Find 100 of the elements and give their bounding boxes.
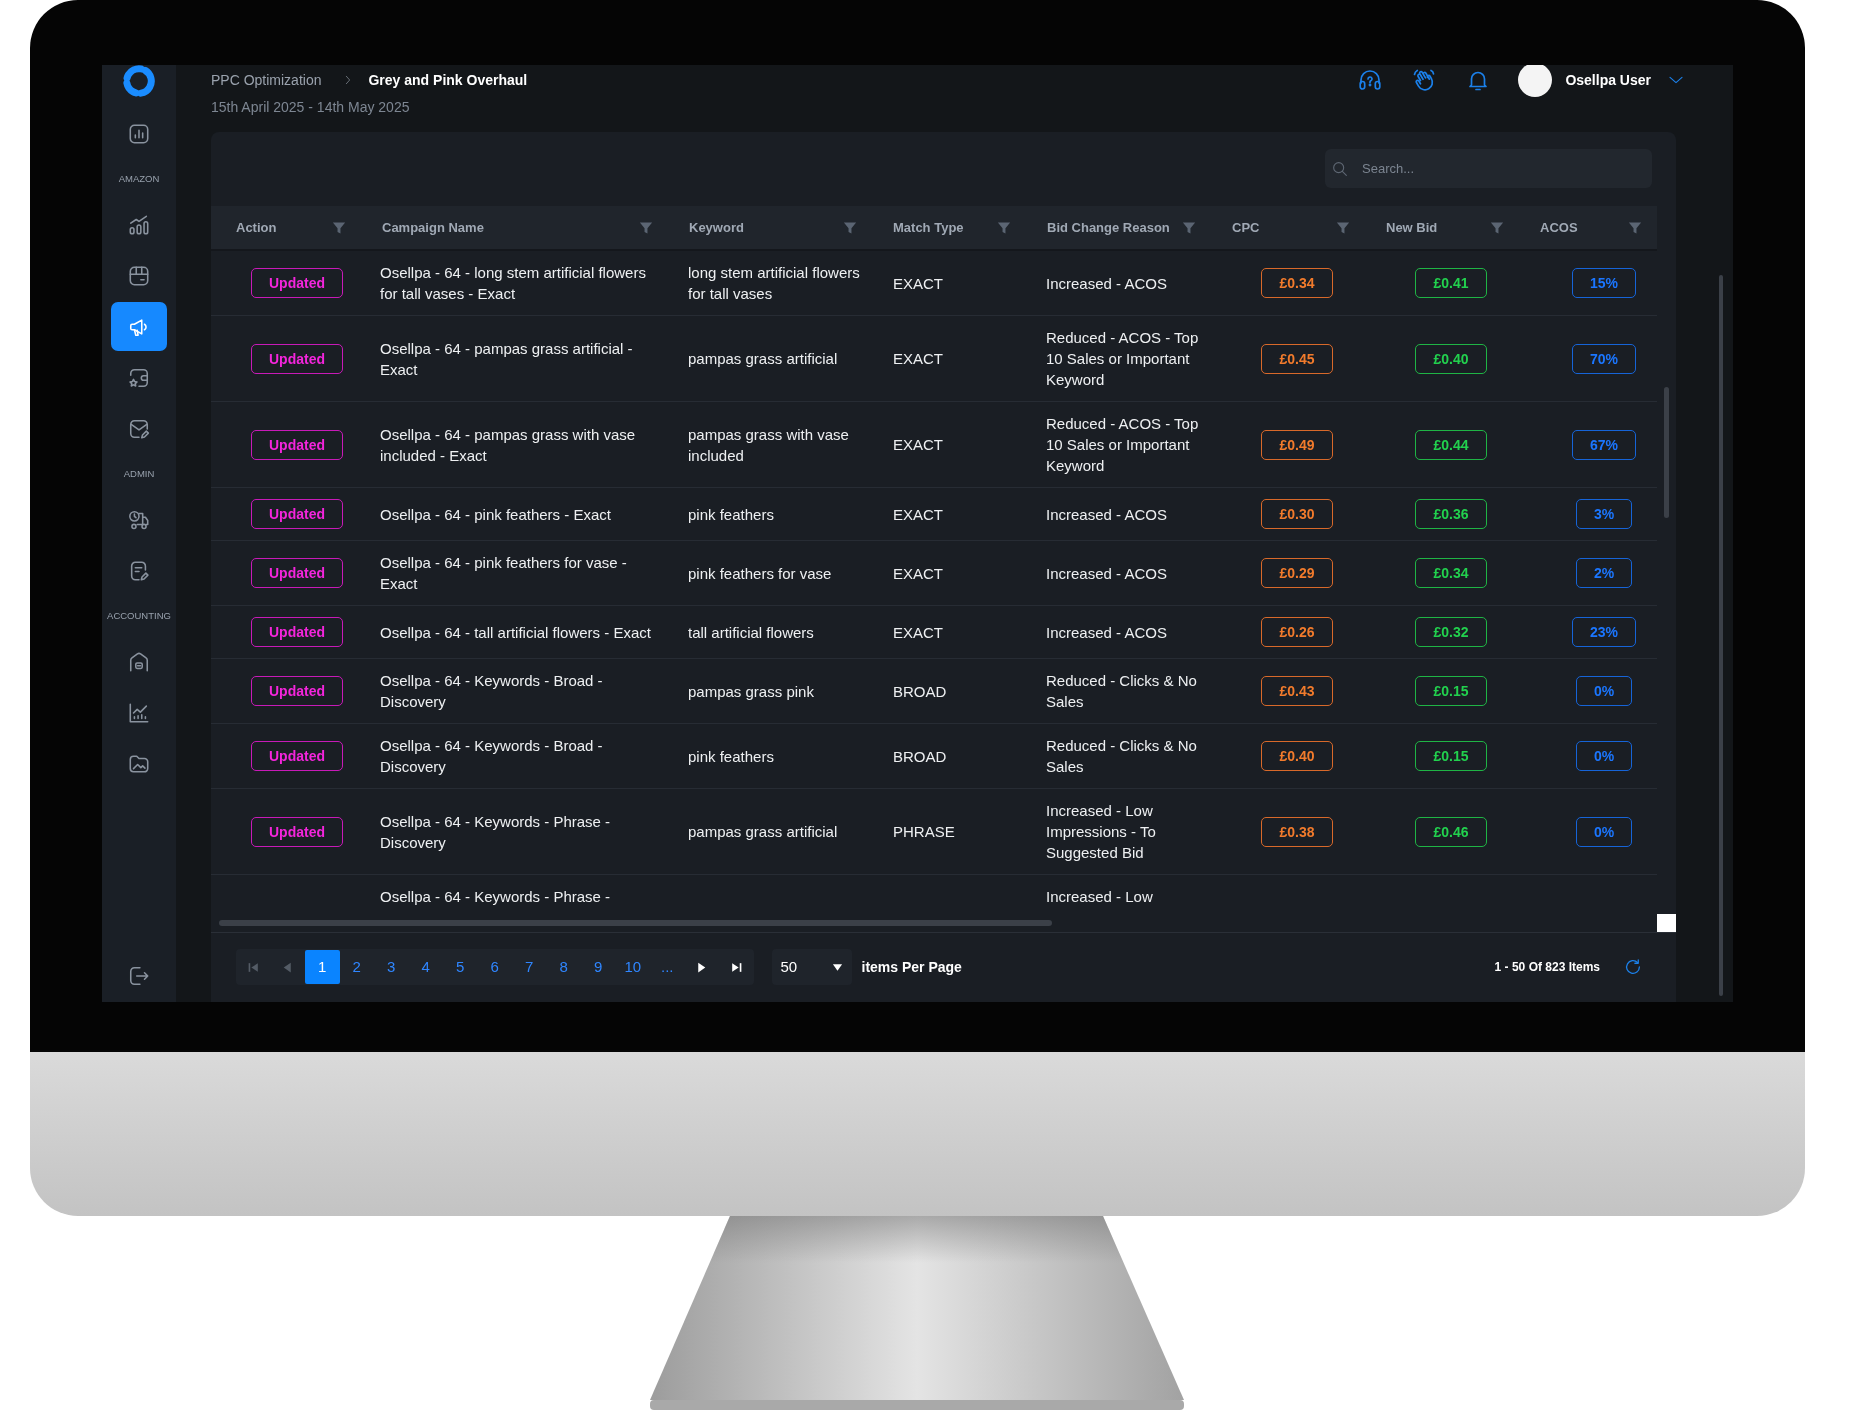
document-pen-icon (128, 559, 150, 582)
column-header: ACOS (1540, 218, 1578, 237)
match-type: BROAD (893, 681, 947, 702)
wallet-star-icon (128, 366, 150, 389)
cpc-badge: £0.29 (1261, 558, 1333, 588)
column-header: Bid Change Reason (1047, 218, 1170, 237)
page-button[interactable]: 2 (339, 950, 374, 984)
column-header: CPC (1232, 218, 1260, 237)
acos-badge: 0% (1575, 816, 1633, 847)
match-type: EXACT (893, 622, 943, 643)
keyword-text: pink feathers (688, 746, 774, 767)
avatar-image (1518, 65, 1553, 97)
campaign-name: Osellpa - 64 - Keywords - Phrase - Discovery (380, 811, 612, 853)
keyword-text: pampas grass artificial (688, 822, 838, 842)
page-button[interactable]: ... (650, 950, 685, 984)
acos-badge: 0% (1575, 676, 1633, 706)
match-type: EXACT (893, 349, 943, 369)
new-bid-badge: £0.46 (1415, 816, 1487, 847)
cpc-badge: £0.26 (1261, 617, 1333, 647)
search-field[interactable]: Search... (1325, 149, 1652, 188)
page-button[interactable]: 6 (477, 950, 512, 984)
acos-badge: 15% (1572, 268, 1636, 298)
filter-icon[interactable] (997, 220, 1011, 235)
scrollbar-corner (1657, 914, 1676, 932)
new-bid-badge: £0.32 (1415, 617, 1487, 647)
breadcrumb-link[interactable]: PPC Optimization (211, 69, 322, 91)
page-button[interactable]: 4 (408, 950, 443, 984)
growth-chart-icon (128, 213, 150, 236)
acos-badge: 67% (1572, 429, 1636, 460)
campaign-name: Osellpa - 64 - pampas grass with vase included - Exact (380, 424, 637, 466)
match-type: EXACT (893, 435, 943, 455)
new-bid-badge: £0.40 (1415, 343, 1487, 374)
refresh-icon[interactable] (1624, 958, 1642, 976)
waving-hand-icon[interactable] (1412, 68, 1437, 92)
mail-pen-icon (128, 417, 150, 440)
scrollbar-thumb[interactable] (1664, 387, 1669, 518)
acos-badge: 23% (1572, 617, 1636, 647)
cpc-badge: £0.45 (1261, 343, 1333, 374)
campaign-name: Osellpa - 64 - pink feathers - Exact (380, 504, 611, 525)
bid-change-reason: Reduced - ACOS - Top 10 Sales or Important Keyword (1046, 328, 1200, 390)
new-bid-badge: £0.15 (1415, 741, 1487, 771)
page-button[interactable]: 1 (305, 950, 340, 984)
status-badge: Updated (251, 343, 343, 374)
filter-icon[interactable] (1490, 220, 1504, 235)
campaign-name: Osellpa - 64 - Keywords - Phrase - (380, 887, 611, 907)
page-button[interactable]: 8 (546, 950, 581, 984)
section-heading: ACCOUNTING (107, 608, 171, 623)
campaign-name: Osellpa - 64 - long stem artificial flowers for tall vases - Exact (380, 263, 647, 304)
page-size-select[interactable]: 50 (771, 949, 852, 985)
campaign-name: Osellpa - 64 - pampas grass artificial - Exact (380, 338, 634, 380)
column-header: Action (236, 218, 277, 237)
bid-change-reason: Increased - ACOS (1046, 622, 1167, 643)
acos-badge: 0% (1575, 741, 1633, 771)
status-badge: Updated (251, 558, 343, 588)
bid-change-reason: Reduced - ACOS - Top 10 Sales or Important Keyword (1046, 414, 1200, 476)
page-button[interactable]: 5 (443, 950, 478, 984)
match-type: BROAD (893, 746, 947, 767)
bid-change-reason: Reduced - Clicks & No Sales (1046, 671, 1198, 712)
page-button[interactable]: 3 (374, 950, 409, 984)
cpc-badge: £0.40 (1261, 741, 1333, 771)
filter-icon[interactable] (1336, 220, 1350, 235)
cpc-badge: £0.43 (1261, 676, 1333, 706)
new-bid-badge: £0.44 (1415, 429, 1487, 460)
date-range: 15th April 2025 - 14th May 2025 (211, 98, 410, 117)
filter-icon[interactable] (1182, 220, 1196, 235)
cpc-badge: £0.34 (1261, 268, 1333, 298)
acos-badge: 2% (1575, 558, 1633, 588)
page-button[interactable]: 7 (512, 950, 547, 984)
status-badge: Updated (251, 676, 343, 706)
page-button[interactable]: 10 (615, 950, 650, 984)
match-type: EXACT (893, 563, 943, 584)
folder-image-icon (128, 752, 150, 775)
bid-change-reason: Increased - Low (1046, 887, 1153, 907)
filter-icon[interactable] (1628, 220, 1642, 235)
campaign-name: Osellpa - 64 - Keywords - Broad - Discovery (380, 736, 604, 777)
headset-icon[interactable] (1358, 68, 1383, 92)
status-badge: Updated (251, 741, 343, 771)
package-icon (128, 264, 150, 287)
new-bid-badge: £0.41 (1415, 268, 1487, 298)
column-header: New Bid (1386, 218, 1438, 237)
house-icon (128, 650, 150, 673)
status-badge: Updated (251, 816, 343, 847)
scrollbar-thumb[interactable] (1719, 275, 1723, 996)
logout-icon (128, 964, 150, 987)
bid-change-reason: Increased - ACOS (1046, 563, 1167, 584)
scrollbar-thumb[interactable] (219, 920, 1052, 926)
filter-icon[interactable] (639, 220, 653, 235)
keyword-text: long stem artificial flowers for tall vases (688, 263, 861, 304)
page-button[interactable]: 9 (581, 950, 616, 984)
new-bid-badge: £0.34 (1415, 558, 1487, 588)
acos-badge: 3% (1575, 499, 1633, 529)
bar-chart-icon (128, 122, 150, 145)
sidebar-item[interactable] (111, 302, 167, 351)
caret-down-icon (831, 961, 843, 973)
filter-icon[interactable] (332, 220, 346, 235)
section-heading: ADMIN (123, 466, 155, 481)
filter-icon[interactable] (843, 220, 857, 235)
keyword-text: pink feathers (688, 504, 774, 525)
user-name[interactable]: Osellpa User (1565, 69, 1651, 91)
keyword-text: pampas grass with vase included (688, 424, 850, 466)
